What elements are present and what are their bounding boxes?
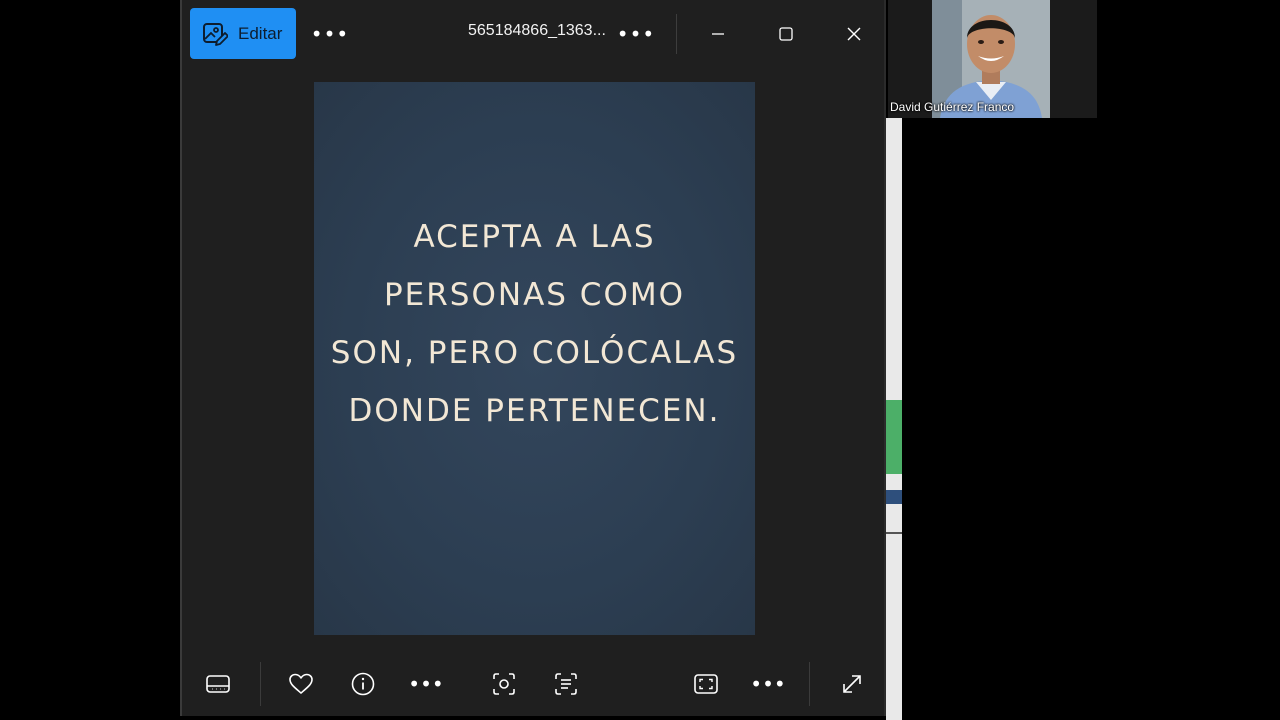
participant-name: David Gutiérrez Franco (890, 100, 1015, 114)
background-window (886, 118, 902, 720)
toolbar-more-button[interactable]: ••• (408, 666, 444, 702)
heart-icon (289, 673, 313, 694)
quote-line: SON, PERO COLÓCALAS (330, 334, 739, 371)
view-more-button[interactable]: ••• (750, 666, 786, 702)
scan-text-icon (555, 673, 577, 695)
toolbar-divider (260, 662, 261, 706)
maximize-icon (779, 27, 793, 41)
minimize-icon (712, 33, 724, 35)
favorite-button[interactable] (283, 666, 319, 702)
more-options-button[interactable]: ••• (310, 20, 350, 48)
fullscreen-icon (843, 675, 861, 693)
participant-video-tile[interactable]: David Gutiérrez Franco (888, 0, 1097, 118)
visual-search-icon (493, 673, 515, 695)
screen: Editar ••• 565184866_1363... ••• ACEPTA … (0, 0, 1280, 720)
background-window-block (886, 490, 902, 504)
filmstrip-button[interactable] (200, 666, 236, 702)
more-icon: ••• (408, 672, 444, 696)
scan-text-button[interactable] (548, 666, 584, 702)
photo-quote-text: ACEPTA A LAS PERSONAS COMO SON, PERO COL… (325, 208, 745, 440)
toolbar-divider (809, 662, 810, 706)
minimize-button[interactable] (695, 14, 741, 54)
visual-search-button[interactable] (486, 666, 522, 702)
file-name: 565184866_1363... (468, 22, 606, 39)
quote-line: ACEPTA A LAS (413, 218, 656, 255)
info-icon (351, 672, 375, 696)
fit-to-window-icon (694, 674, 718, 694)
background-window-block (886, 400, 902, 474)
quote-line: DONDE PERTENECEN. (348, 392, 721, 429)
close-button[interactable] (831, 14, 877, 54)
title-bar: Editar ••• 565184866_1363... ••• (182, 0, 884, 66)
more-icon: ••• (616, 22, 656, 46)
edit-image-icon (202, 21, 228, 47)
quote-line: PERSONAS COMO (383, 276, 686, 313)
photo-canvas[interactable]: ACEPTA A LAS PERSONAS COMO SON, PERO COL… (314, 82, 755, 635)
close-icon (847, 27, 861, 41)
more-icon: ••• (310, 22, 350, 46)
maximize-button[interactable] (763, 14, 809, 54)
info-button[interactable] (345, 666, 381, 702)
filmstrip-icon (206, 675, 230, 693)
title-bar-divider (676, 14, 677, 54)
edit-button[interactable]: Editar (190, 8, 296, 59)
photos-viewer-window: Editar ••• 565184866_1363... ••• ACEPTA … (180, 0, 886, 716)
background-window-line (886, 532, 902, 534)
edit-button-label: Editar (238, 23, 283, 43)
bottom-toolbar: ••• ••• (182, 650, 884, 716)
more-icon: ••• (750, 672, 786, 696)
file-more-button[interactable]: ••• (616, 20, 656, 48)
fit-to-window-button[interactable] (688, 666, 724, 702)
fullscreen-button[interactable] (834, 666, 870, 702)
